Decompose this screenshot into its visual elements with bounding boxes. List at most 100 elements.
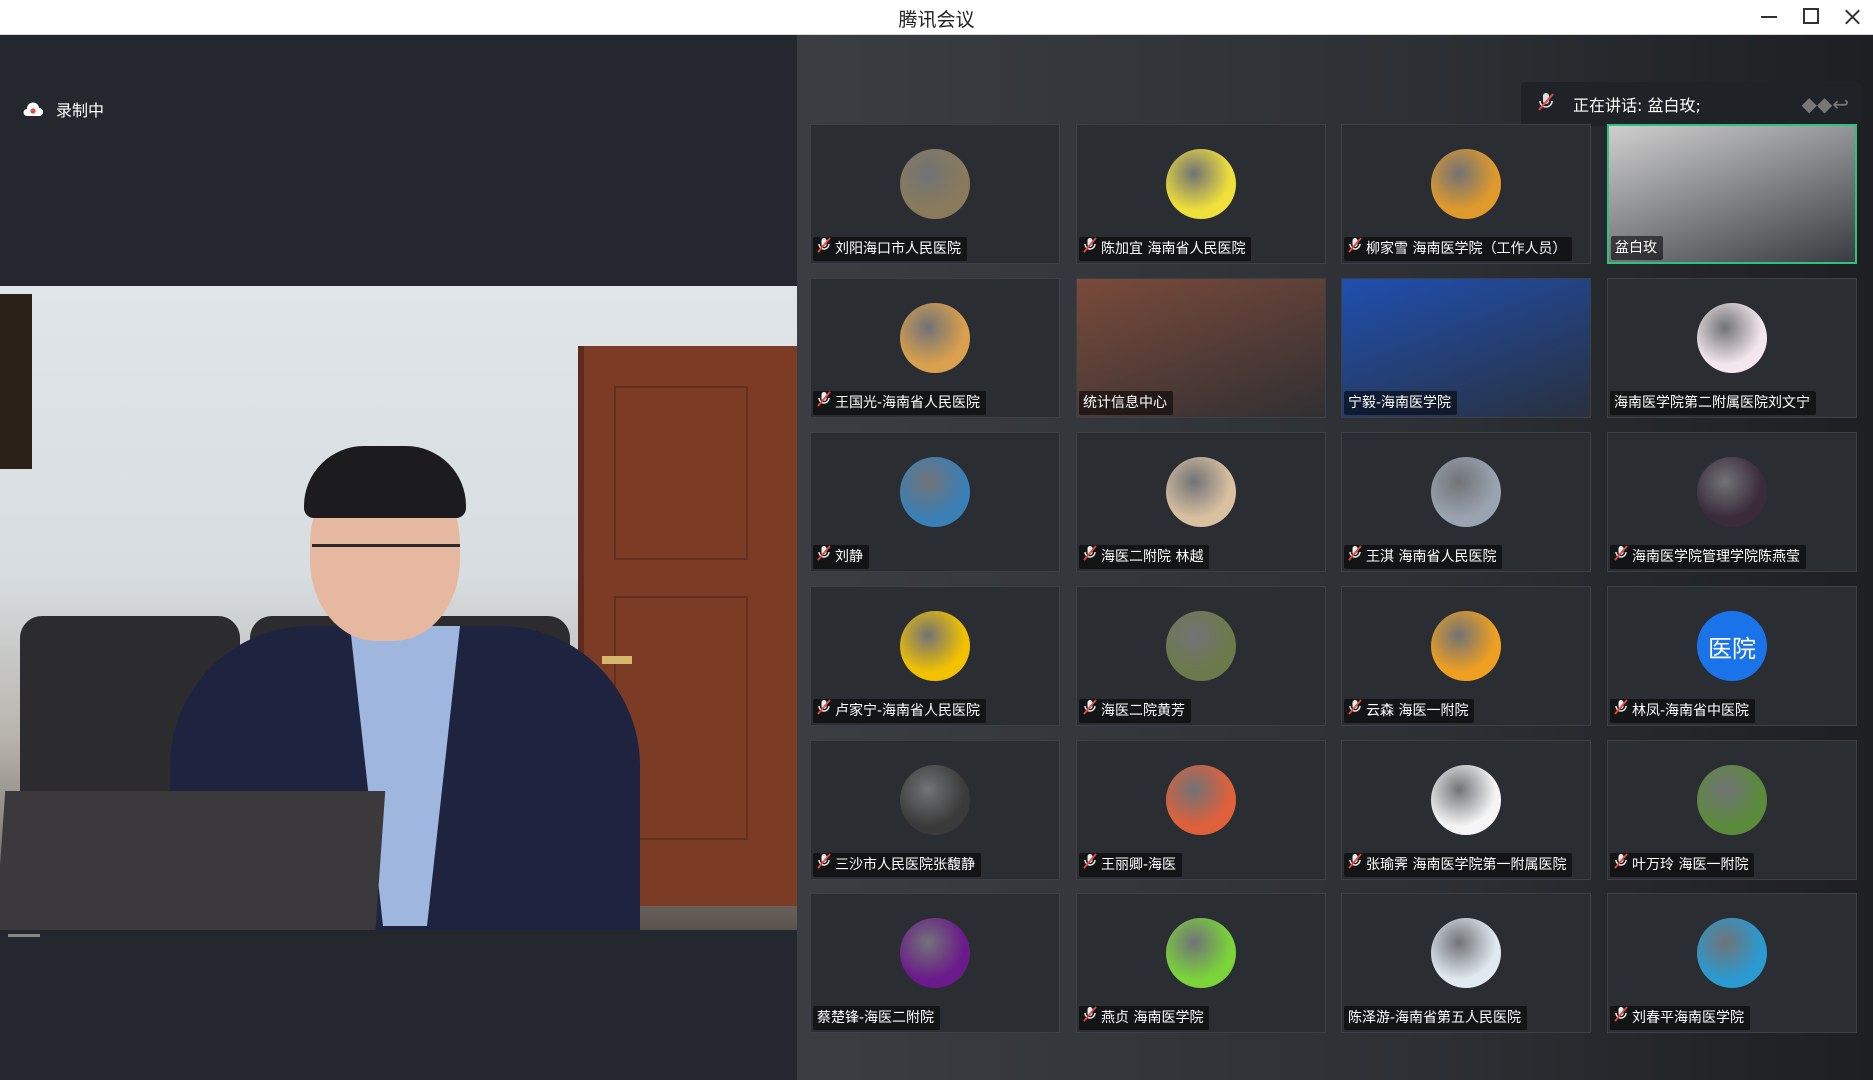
speaker-glasses [312,544,460,573]
cloud-icon [23,102,43,116]
participant-name: 海医二附院 林越 [1101,549,1204,565]
participant-name: 海医二院黄芳 [1101,703,1185,719]
wall-poster [0,294,32,469]
participant-tile[interactable]: 蔡楚锋-海医二附院 [810,893,1060,1033]
mic-muted-icon [817,853,831,877]
participant-label: 王国光-海南省人民医院 [813,391,987,415]
participant-avatar [1431,149,1501,219]
participant-avatar [900,765,970,835]
participant-avatar [1166,918,1236,988]
participant-label: 叶万玲 海医一附院 [1610,853,1755,877]
participant-tile[interactable]: 柳家雪 海南医学院（工作人员） [1341,124,1591,264]
participant-label: 刘静 [813,545,869,569]
close-button[interactable] [1831,0,1873,34]
participant-tile[interactable]: 叶万玲 海医一附院 [1607,740,1857,880]
participant-avatar [1697,918,1767,988]
participant-avatar [1431,611,1501,681]
participant-name: 刘阳海口市人民医院 [835,241,961,257]
participant-label: 卢家宁-海南省人民医院 [813,699,987,723]
participant-tile[interactable]: 刘阳海口市人民医院 [810,124,1060,264]
participant-name: 燕贞 海南医学院 [1101,1010,1204,1026]
participant-tile[interactable]: 海南医学院第二附属医院刘文宁 [1607,278,1857,418]
participant-name: 陈加宜 海南省人民医院 [1101,241,1246,257]
minimize-button[interactable] [1747,0,1789,34]
participant-label: 林凤-海南省中医院 [1610,699,1756,723]
participant-label: 云森 海医一附院 [1344,699,1475,723]
participant-tile[interactable]: 三沙市人民医院张馥静 [810,740,1060,880]
participant-avatar [1166,457,1236,527]
participant-name: 王国光-海南省人民医院 [835,395,981,411]
participant-tile[interactable]: 医院 林凤-海南省中医院 [1607,586,1857,726]
participant-name: 盆白玫 [1615,240,1657,256]
collapse-icon[interactable]: ◆◆↩ [1801,92,1849,116]
participant-avatar [900,457,970,527]
participant-name: 柳家雪 海南医学院（工作人员） [1366,241,1567,257]
participant-name: 卢家宁-海南省人民医院 [835,703,981,719]
participant-tile[interactable]: 云森 海医一附院 [1341,586,1591,726]
mic-muted-icon [1083,1006,1097,1030]
participant-label: 王淇 海南省人民医院 [1344,545,1503,569]
participant-label: 盆白玫 [1611,236,1663,260]
participant-tile[interactable]: 王国光-海南省人民医院 [810,278,1060,418]
participant-label: 海南医学院第二附属医院刘文宁 [1610,391,1816,415]
participant-name: 王淇 海南省人民医院 [1366,549,1497,565]
participant-tile[interactable]: 陈泽游-海南省第五人民医院 [1341,893,1591,1033]
participant-tile[interactable]: 宁毅-海南医学院 [1341,278,1591,418]
participant-tile[interactable]: 刘春平海南医学院 [1607,893,1857,1033]
participant-tile[interactable]: 王淇 海南省人民医院 [1341,432,1591,572]
participant-name: 统计信息中心 [1083,395,1167,411]
participant-tile[interactable]: 刘静 [810,432,1060,572]
participant-tile[interactable]: 海医二院黄芳 [1076,586,1326,726]
participant-avatar [1166,765,1236,835]
participant-label: 刘春平海南医学院 [1610,1006,1750,1030]
mic-muted-icon [817,545,831,569]
participant-label: 张瑜霁 海南医学院第一附属医院 [1344,853,1573,877]
participant-name: 蔡楚锋-海医二附院 [817,1010,935,1026]
speaker-video[interactable] [0,286,805,930]
participant-name: 王丽卿-海医 [1101,857,1177,873]
panel-handle[interactable] [8,934,40,937]
participant-label: 燕贞 海南医学院 [1079,1006,1210,1030]
mic-muted-icon [1083,237,1097,261]
mic-muted-icon [1083,545,1097,569]
participant-tile[interactable]: 海南医学院管理学院陈燕莹 [1607,432,1857,572]
mic-muted-icon [1614,1006,1628,1030]
laptop [0,791,386,930]
participant-name: 林凤-海南省中医院 [1632,703,1750,719]
participant-avatar [1431,457,1501,527]
participant-name: 云森 海医一附院 [1366,703,1469,719]
participant-label: 统计信息中心 [1079,391,1173,415]
mic-muted-icon [1348,699,1362,723]
participant-label: 海南医学院管理学院陈燕莹 [1610,545,1806,569]
participant-label: 海医二附院 林越 [1079,545,1210,569]
maximize-button[interactable] [1789,0,1831,34]
participant-label: 王丽卿-海医 [1079,853,1183,877]
participant-name: 宁毅-海南医学院 [1348,395,1452,411]
participant-avatar [900,303,970,373]
mic-muted-icon [1348,853,1362,877]
speaking-bar: 正在讲话: 盆白玫; ◆◆↩ [1521,82,1861,126]
participant-tile[interactable]: 海医二附院 林越 [1076,432,1326,572]
participant-tile[interactable]: 统计信息中心 [1076,278,1326,418]
participant-avatar [1166,149,1236,219]
mic-muted-icon [1348,545,1362,569]
mic-muted-icon [1614,699,1628,723]
participant-avatar [1166,611,1236,681]
participant-name: 刘静 [835,549,863,565]
mic-muted-icon [1348,237,1362,261]
participant-tile[interactable]: 卢家宁-海南省人民医院 [810,586,1060,726]
mic-muted-icon [1614,545,1628,569]
mic-muted-icon [817,391,831,415]
participant-tile[interactable]: 燕贞 海南医学院 [1076,893,1326,1033]
participant-name: 三沙市人民医院张馥静 [835,857,975,873]
participant-tile[interactable]: 陈加宜 海南省人民医院 [1076,124,1326,264]
participant-tile[interactable]: 盆白玫 [1607,124,1857,264]
window-title: 腾讯会议 [898,9,975,31]
participant-name: 叶万玲 海医一附院 [1632,857,1749,873]
participant-label: 海医二院黄芳 [1079,699,1191,723]
mic-muted-icon [1083,699,1097,723]
participant-tile[interactable]: 张瑜霁 海南医学院第一附属医院 [1341,740,1591,880]
recording-indicator: 录制中 [22,97,104,121]
participant-avatar [900,918,970,988]
participant-tile[interactable]: 王丽卿-海医 [1076,740,1326,880]
